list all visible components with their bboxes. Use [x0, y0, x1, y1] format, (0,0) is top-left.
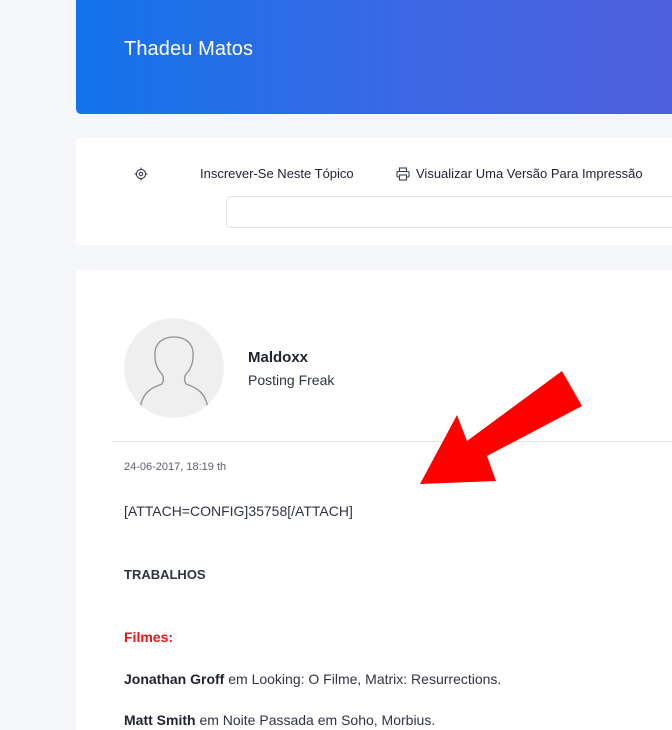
- print-version-link[interactable]: Visualizar Uma Versão Para Impressão: [416, 166, 643, 181]
- gear-icon[interactable]: [134, 167, 148, 181]
- thread-search-input[interactable]: [226, 196, 672, 228]
- post-author-title: Posting Freak: [248, 372, 335, 388]
- credit-line: Matt Smith em Noite Passada em Soho, Mor…: [124, 712, 435, 728]
- credit-detail: em Looking: O Filme, Matrix: Resurrectio…: [224, 671, 502, 687]
- attachment-text: [ATTACH=CONFIG]35758[/ATTACH]: [124, 503, 353, 519]
- credit-detail: em Noite Passada em Soho, Morbius.: [195, 712, 436, 728]
- post-divider: [112, 441, 672, 442]
- page-header: Thadeu Matos: [76, 0, 672, 114]
- post-timestamp: 24-06-2017, 18:19 th: [124, 461, 227, 473]
- page-title: Thadeu Matos: [124, 38, 254, 60]
- actor-name: Jonathan Groff: [124, 671, 225, 687]
- category-heading: Filmes:: [124, 629, 174, 645]
- actor-name: Matt Smith: [124, 712, 196, 728]
- red-arrow-annotation: [420, 371, 582, 484]
- credit-line: Jonathan Groff em Looking: O Filme, Matr…: [124, 671, 501, 687]
- default-user-icon: [139, 336, 209, 412]
- section-heading: TRABALHOS: [124, 567, 206, 582]
- printer-icon[interactable]: [396, 167, 410, 181]
- thread-toolbar: Inscrever-Se Neste Tópico Visualizar Uma…: [76, 138, 672, 245]
- post-author-name[interactable]: Maldoxx: [248, 349, 308, 366]
- post-card: Maldoxx Posting Freak 24-06-2017, 18:19 …: [76, 270, 672, 730]
- subscribe-thread-link[interactable]: Inscrever-Se Neste Tópico: [200, 166, 354, 181]
- avatar[interactable]: [124, 318, 224, 418]
